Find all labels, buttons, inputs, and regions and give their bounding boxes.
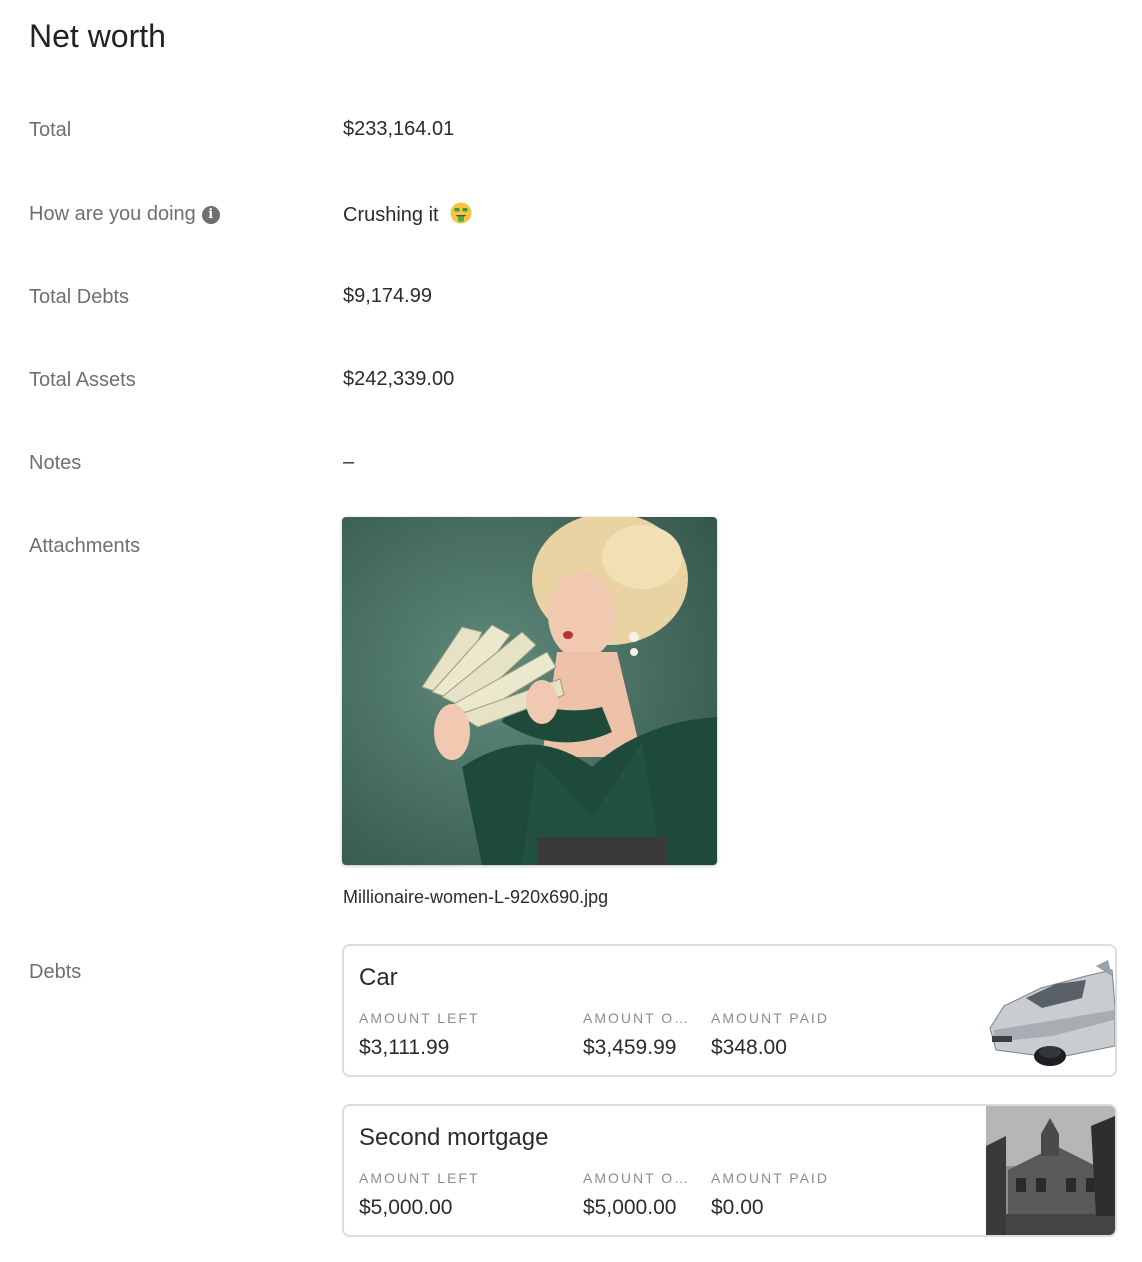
amount-owed-column: AMOUNT O… $5,000.00	[583, 1170, 693, 1220]
amount-left-column: AMOUNT LEFT $3,111.99	[359, 1010, 569, 1060]
amount-owed-label: AMOUNT O…	[583, 1170, 691, 1186]
attachments-label: Attachments	[29, 535, 141, 557]
how-are-you-doing-text: How are you doing	[29, 203, 196, 225]
total-assets-label: Total Assets	[29, 369, 136, 391]
info-icon[interactable]: i	[201, 206, 220, 224]
amount-left-column: AMOUNT LEFT $5,000.00	[359, 1170, 569, 1220]
amount-left-value: $3,111.99	[359, 1036, 450, 1059]
car-image	[986, 946, 1115, 1075]
total-debts-label: Total Debts	[29, 286, 130, 308]
amount-paid-label: AMOUNT PAID	[711, 1170, 829, 1186]
notes-value: –	[343, 451, 355, 473]
house-image	[986, 1106, 1115, 1235]
total-assets-value: $242,339.00	[343, 368, 455, 390]
how-are-you-doing-value: Crushing it	[343, 202, 472, 227]
amount-left-label: AMOUNT LEFT	[359, 1010, 480, 1026]
amount-owed-value: $5,000.00	[583, 1196, 677, 1219]
amount-left-value: $5,000.00	[359, 1196, 453, 1219]
how-are-you-doing-status: Crushing it	[343, 204, 439, 226]
attachment-thumbnail[interactable]	[342, 517, 717, 865]
amount-paid-column: AMOUNT PAID $348.00	[711, 1010, 911, 1060]
debt-name: Second mortgage	[359, 1124, 549, 1151]
page-title: Net worth	[29, 18, 166, 54]
amount-owed-value: $3,459.99	[583, 1036, 677, 1059]
total-label: Total	[29, 119, 72, 141]
attachment-image	[342, 517, 717, 865]
amount-paid-value: $348.00	[711, 1036, 787, 1059]
amount-paid-value: $0.00	[711, 1196, 764, 1219]
total-value: $233,164.01	[343, 118, 455, 140]
notes-label: Notes	[29, 452, 82, 474]
debt-name: Car	[359, 964, 398, 991]
amount-owed-label: AMOUNT O…	[583, 1010, 691, 1026]
amount-paid-label: AMOUNT PAID	[711, 1010, 829, 1026]
amount-left-label: AMOUNT LEFT	[359, 1170, 480, 1186]
debt-card-car[interactable]: Car AMOUNT LEFT $3,111.99 AMOUNT O… $3,4…	[342, 944, 1117, 1077]
debt-card-second-mortgage[interactable]: Second mortgage AMOUNT LEFT $5,000.00 AM…	[342, 1104, 1117, 1237]
attachment-filename[interactable]: Millionaire-women-L-920x690.jpg	[343, 887, 608, 908]
debts-label: Debts	[29, 961, 82, 983]
amount-paid-column: AMOUNT PAID $0.00	[711, 1170, 911, 1220]
amount-owed-column: AMOUNT O… $3,459.99	[583, 1010, 693, 1060]
total-debts-value: $9,174.99	[343, 285, 432, 307]
money-mouth-face-icon	[450, 202, 472, 224]
how-are-you-doing-label: How are you doing i	[29, 203, 220, 226]
